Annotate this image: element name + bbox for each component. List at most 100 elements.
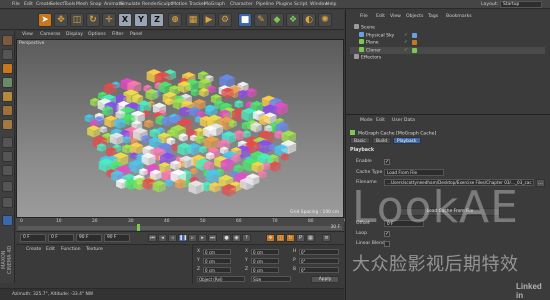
rotation-field[interactable]: 0° [299,258,339,264]
menu-pipeline[interactable]: Pipeline [256,2,274,7]
go-to-end-icon[interactable]: ⏭ [208,234,217,242]
render-settings-icon[interactable]: ⚙ [218,13,232,27]
menu-mesh[interactable]: Mesh [76,2,88,7]
position-field[interactable]: 0 cm [203,258,231,264]
tab-build[interactable]: Build [372,137,392,144]
menu-mograph[interactable]: MoGraph [204,2,225,7]
object-tag-icon[interactable] [412,47,417,53]
model-mode-icon[interactable] [2,49,13,60]
rotate-icon[interactable]: ↻ [86,13,100,27]
select-arrow-icon[interactable]: ➤ [38,13,52,27]
timeline-menu-icon[interactable]: ≡ [322,234,331,242]
layout-dropdown[interactable]: Startup [500,1,542,8]
viewport[interactable]: Perspective Grid Spacing : 100 cm [16,39,344,218]
menu-tools[interactable]: Tools [64,2,75,7]
points-mode-icon[interactable] [2,91,13,102]
menu-render[interactable]: Render [142,2,158,7]
key-position-icon[interactable]: ✥ [266,234,275,242]
go-to-start-icon[interactable]: ⏮ [148,234,157,242]
visibility-check-icon[interactable]: ✓ [404,33,408,38]
material-menu-texture[interactable]: Texture [86,247,103,252]
visibility-check-icon[interactable]: ✓ [404,48,408,53]
tab-playback[interactable]: Playback [393,137,421,144]
menu-edit[interactable]: Edit [24,2,33,7]
position-field[interactable]: 0 cm [203,267,231,273]
object-row[interactable]: Scene [350,24,545,31]
cloner-cubes[interactable] [17,40,344,218]
object-row[interactable]: Cloner ✓ [350,46,545,54]
object-tag-icon[interactable] [412,32,417,38]
camera-icon[interactable]: ✺ [318,13,332,27]
last-tool-icon[interactable]: ✛ [102,13,116,27]
snap-icon[interactable] [2,181,13,192]
object-row[interactable]: Physical Sky ✓ [350,31,545,39]
keyframe-selection-icon[interactable]: ? [242,234,251,242]
coordinate-system-icon[interactable]: ⊕ [168,13,182,27]
render-view-icon[interactable]: ▦ [186,13,200,27]
array-icon[interactable]: ❖ [286,13,300,27]
material-menu-function[interactable]: Function [61,247,81,252]
key-parameter-icon[interactable]: P [296,234,305,242]
workplane-icon[interactable] [2,77,13,88]
browse-button[interactable]: … [536,179,545,187]
tab-basic[interactable]: Basic [350,137,370,144]
lock-icon[interactable] [2,197,13,208]
size-field[interactable]: 0 cm [251,249,279,255]
menu-help[interactable]: Help [326,2,336,7]
object-menu-view[interactable]: View [390,14,401,19]
autokey-icon[interactable]: ◉ [232,234,241,242]
size-field[interactable]: 0 cm [251,258,279,264]
viewport-menu-panel[interactable]: Panel [130,32,142,37]
object-row[interactable]: Effectors [350,54,545,61]
pause-icon[interactable]: ❚❚ [178,234,187,242]
texture-mode-icon[interactable] [2,63,13,74]
size-field[interactable]: 0 cm [251,267,279,273]
current-frame-field[interactable]: 0 F [48,234,74,242]
object-tag-icon[interactable] [412,40,417,45]
tweak-mode-icon[interactable] [2,151,13,162]
start-frame-field[interactable]: 0 F [20,234,46,242]
make-editable-icon[interactable] [2,35,13,46]
object-menu-file[interactable]: File [360,14,368,19]
render-picture-viewer-icon[interactable]: ▶ [202,13,216,27]
scale-icon[interactable]: ◫ [70,13,84,27]
menu-snap[interactable]: Snap [90,2,102,7]
linear-blend-checkbox[interactable] [384,241,390,247]
preview-end-field[interactable]: 90 F [104,234,130,242]
position-field[interactable]: 0 cm [203,249,231,255]
next-frame-icon[interactable]: ▹ [188,234,197,242]
menu-character[interactable]: Character [230,2,253,7]
attr-menu-edit[interactable]: Edit [376,118,385,123]
x-axis-icon[interactable]: X [118,13,132,27]
menu-script[interactable]: Script [294,2,307,7]
visibility-check-icon[interactable]: ✓ [404,40,408,45]
attr-menu-mode[interactable]: Mode [360,118,373,123]
object-menu-objects[interactable]: Objects [406,14,423,19]
cube-icon[interactable]: ■ [238,13,252,27]
key-scale-icon[interactable]: ◫ [276,234,285,242]
pen-icon[interactable]: ✎ [254,13,268,27]
end-frame-field[interactable]: 90 F [76,234,102,242]
subdivision-icon[interactable]: ◆ [270,13,284,27]
object-row[interactable]: Plane ✓ [350,39,545,46]
material-menu-edit[interactable]: Edit [46,247,55,252]
menu-create[interactable]: Create [36,2,51,7]
z-axis-icon[interactable]: Z [150,13,164,27]
viewport-menu-cameras[interactable]: Cameras [40,32,60,37]
viewport-menu-options[interactable]: Options [88,32,106,37]
menu-plugins[interactable]: Plugins [276,2,292,7]
previous-frame-icon[interactable]: ◃ [168,234,177,242]
size-mode-dropdown[interactable]: Size [251,276,291,282]
timeline-playhead[interactable] [137,224,140,231]
menu-select[interactable]: Select [50,2,64,7]
viewport-menu-view[interactable]: View [22,32,33,37]
timeline-strip[interactable] [18,226,342,230]
cache-type-dropdown[interactable]: Load From File [384,169,444,176]
object-menu-tags[interactable]: Tags [428,14,438,19]
object-menu-edit[interactable]: Edit [376,14,385,19]
rotation-field[interactable]: 0° [299,267,339,273]
menu-simulate[interactable]: Simulate [120,2,140,7]
rotation-field[interactable]: 0° [299,249,339,255]
axis-mode-icon[interactable] [2,137,13,148]
deformer-icon[interactable]: ◐ [302,13,316,27]
